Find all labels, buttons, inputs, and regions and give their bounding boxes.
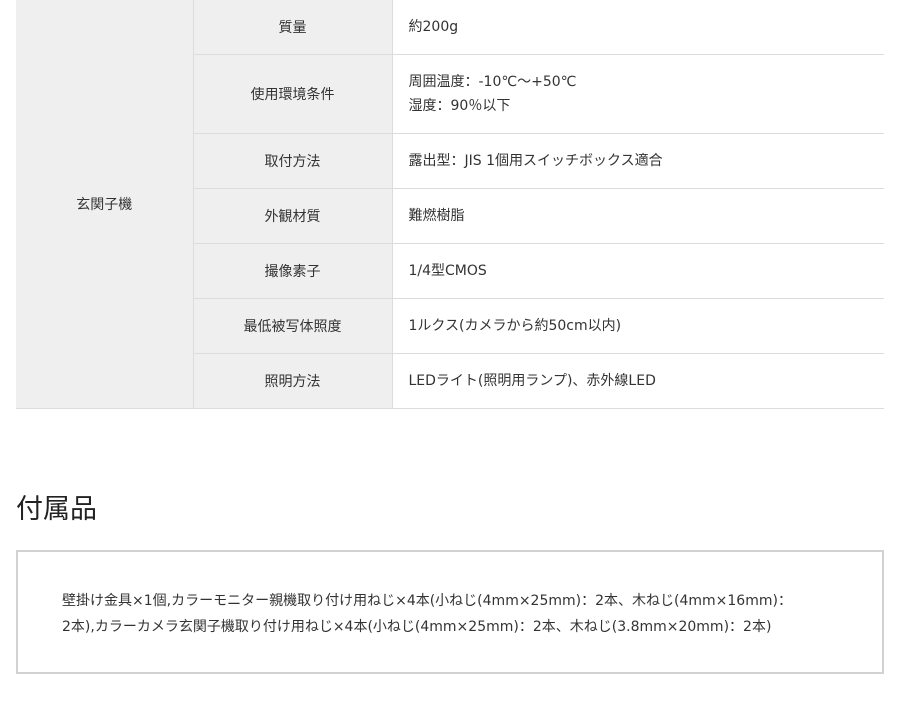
- group-label: 玄関子機: [16, 0, 194, 409]
- row-label: 取付方法: [193, 133, 393, 189]
- row-value-line: 周囲温度：-10℃～+50℃: [408, 73, 577, 90]
- row-value-line: 1/4型CMOS: [408, 262, 487, 279]
- row-label: 照明方法: [193, 353, 393, 409]
- accessories-box: 壁掛け金具×1個,カラーモニター親機取り付け用ねじ×4本(小ねじ(4mm×25m…: [16, 550, 884, 674]
- row-value: 1ルクス(カメラから約50cm以内): [392, 298, 884, 354]
- accessories-text: 壁掛け金具×1個,カラーモニター親機取り付け用ねじ×4本(小ねじ(4mm×25m…: [62, 588, 852, 640]
- row-value: 約200g: [392, 0, 884, 55]
- accessories-line: 壁掛け金具×1個,カラーモニター親機取り付け用ねじ×4本(小ねじ(4mm×25m…: [62, 593, 792, 609]
- spec-table: 玄関子機 質量 約200g 使用環境条件 周囲温度：-10℃～+50℃ 湿度：9…: [16, 0, 884, 409]
- row-value: 周囲温度：-10℃～+50℃ 湿度：90％以下: [392, 54, 884, 134]
- row-value-line: 難燃樹脂: [408, 207, 465, 224]
- row-value: 難燃樹脂: [392, 188, 884, 244]
- row-value-line: 露出型：JIS 1個用スイッチボックス適合: [408, 152, 663, 169]
- row-value-line: 湿度：90％以下: [408, 97, 511, 114]
- row-label: 最低被写体照度: [193, 298, 393, 354]
- accessories-line: 2本),カラーカメラ玄関子機取り付け用ねじ×4本(小ねじ(4mm×25mm)：2…: [62, 619, 772, 635]
- row-value: 露出型：JIS 1個用スイッチボックス適合: [392, 133, 884, 189]
- row-label: 外観材質: [193, 188, 393, 244]
- row-value: LEDライト(照明用ランプ)、赤外線LED: [392, 353, 884, 409]
- row-value-line: 1ルクス(カメラから約50cm以内): [408, 317, 622, 334]
- row-label: 質量: [193, 0, 393, 55]
- row-value-line: 約200g: [408, 18, 459, 35]
- accessories-title: 付属品: [16, 494, 97, 525]
- table-row: 玄関子機 質量 約200g: [16, 0, 884, 409]
- row-value-line: LEDライト(照明用ランプ)、赤外線LED: [408, 372, 656, 389]
- group-label-text: 玄関子機: [76, 196, 133, 213]
- row-label: 撮像素子: [193, 243, 393, 299]
- row-label: 使用環境条件: [193, 54, 393, 134]
- row-value: 1/4型CMOS: [392, 243, 884, 299]
